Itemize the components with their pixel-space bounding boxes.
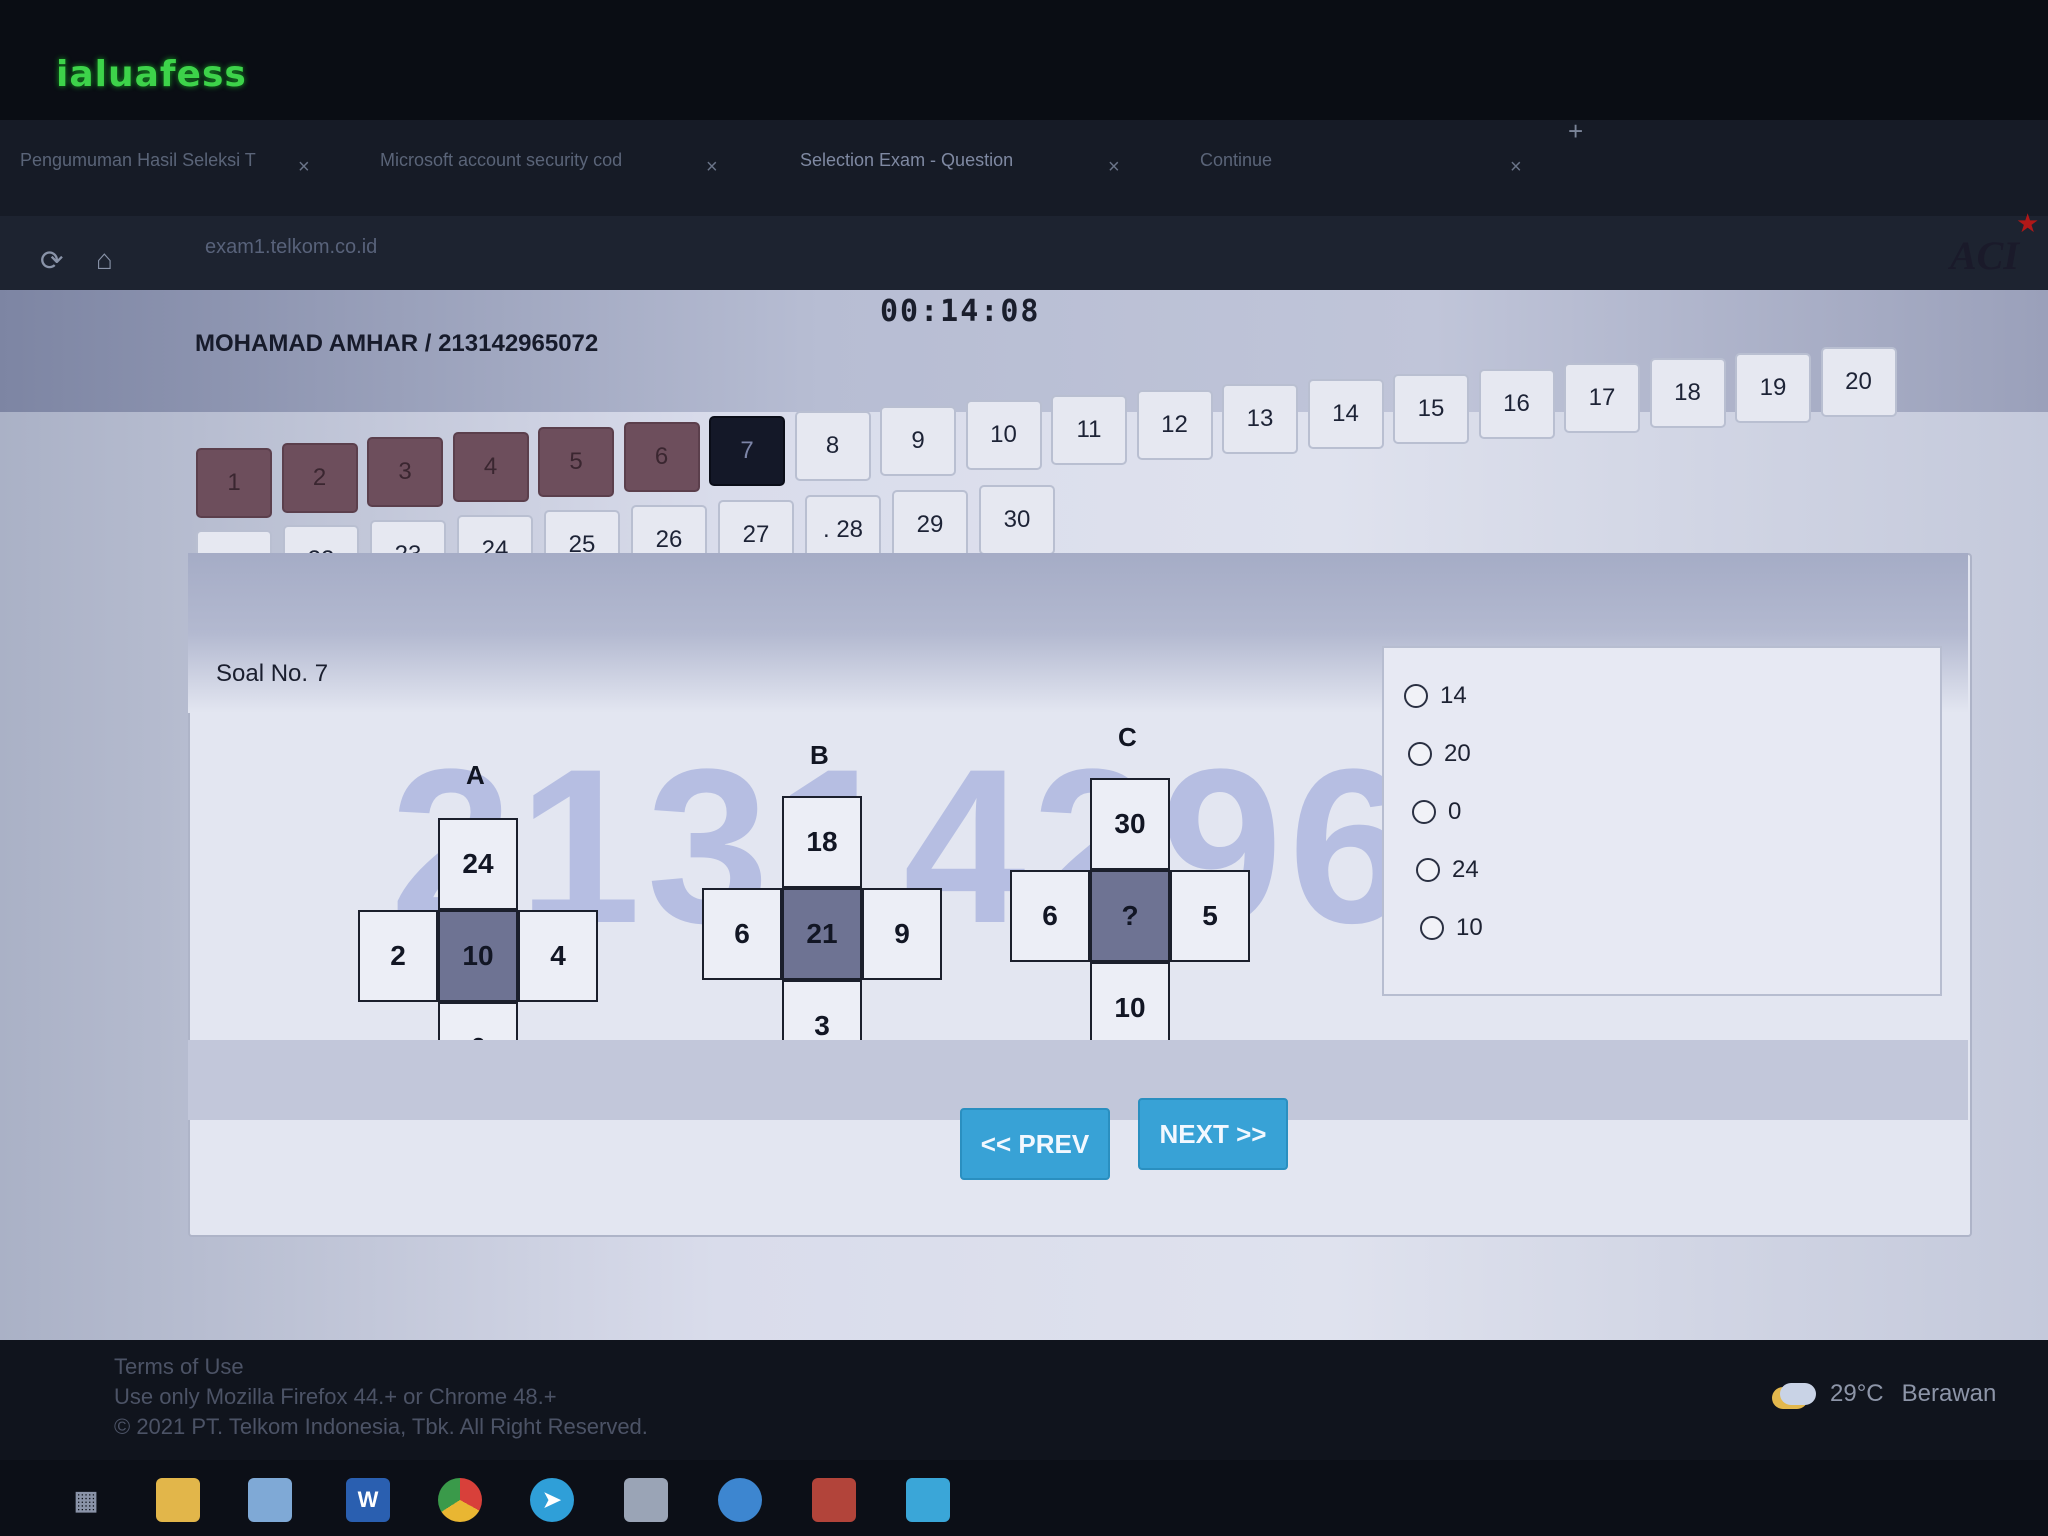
weather-temperature: 29°C <box>1830 1380 1884 1407</box>
question-nav-button-13[interactable]: 13 <box>1222 384 1298 455</box>
tab-announcement[interactable]: Pengumuman Hasil Seleksi T <box>20 150 256 171</box>
address-bar[interactable]: exam1.telkom.co.id <box>205 236 377 259</box>
question-nav-button-9[interactable]: 9 <box>880 405 956 476</box>
figure-a-top-cell: 24 <box>438 818 518 910</box>
figure-c-right-cell: 5 <box>1170 870 1250 962</box>
cloud-sun-icon <box>1780 1383 1816 1405</box>
question-nav-button-4[interactable]: 4 <box>452 432 529 503</box>
question-nav-button-15[interactable]: 15 <box>1393 373 1469 444</box>
figure-b-center-cell: 21 <box>782 888 862 980</box>
overlay-logo: ialuafess <box>56 54 247 95</box>
network-app-icon[interactable] <box>624 1478 668 1522</box>
task-view-icon[interactable]: ▦ <box>64 1478 108 1522</box>
chrome-icon[interactable] <box>438 1478 482 1522</box>
question-nav-button-12[interactable]: 12 <box>1136 389 1213 460</box>
question-nav-button-1[interactable]: 1 <box>196 448 272 518</box>
figure-a-right-cell: 4 <box>518 910 598 1002</box>
radio-button[interactable] <box>1416 858 1440 882</box>
option-20[interactable]: 20 <box>1408 740 1471 768</box>
radio-button[interactable] <box>1408 742 1432 766</box>
terms-of-use-link[interactable]: Terms of Use <box>114 1354 244 1380</box>
file-explorer-icon[interactable] <box>156 1478 200 1522</box>
figure-b-label: B <box>810 740 829 770</box>
weather-widget[interactable]: 29°C Berawan <box>1780 1380 1996 1408</box>
tab-close-icon[interactable]: × <box>706 156 718 179</box>
archive-app-icon[interactable] <box>812 1478 856 1522</box>
copyright-text: © 2021 PT. Telkom Indonesia, Tbk. All Ri… <box>114 1414 648 1439</box>
logo-star-icon: ★ <box>2016 208 2040 238</box>
radio-button[interactable] <box>1412 800 1436 824</box>
question-nav-button-5[interactable]: 5 <box>538 426 614 497</box>
question-nav-button-11[interactable]: 11 <box>1051 395 1127 465</box>
figure-a-left-cell: 2 <box>358 910 438 1002</box>
tab-selection-exam[interactable]: Selection Exam - Question <box>800 150 1013 171</box>
user-id-label: MOHAMAD AMHAR / 213142965072 <box>195 330 599 357</box>
word-icon[interactable]: W <box>346 1478 390 1522</box>
active-app-icon[interactable] <box>906 1478 950 1522</box>
tab-close-icon[interactable]: × <box>1108 156 1120 179</box>
option-0[interactable]: 0 <box>1412 798 1461 826</box>
edge-icon[interactable] <box>718 1478 762 1522</box>
question-nav-button-6[interactable]: 6 <box>623 421 700 492</box>
question-nav-button-10[interactable]: 10 <box>965 400 1042 471</box>
radio-button[interactable] <box>1420 916 1444 940</box>
question-nav-button-7[interactable]: 7 <box>709 416 785 487</box>
reload-icon[interactable]: ⟳ <box>40 244 63 277</box>
answer-options-panel: 14 20 0 24 10 <box>1382 646 1942 996</box>
new-tab-plus-icon[interactable]: + <box>1568 116 1583 147</box>
next-button[interactable]: NEXT >> <box>1138 1098 1288 1170</box>
tab-close-icon[interactable]: × <box>298 156 310 179</box>
figure-c-top-cell: 30 <box>1090 778 1170 870</box>
option-24[interactable]: 24 <box>1416 856 1479 884</box>
tab-continue[interactable]: Continue <box>1200 150 1272 171</box>
option-label: 10 <box>1456 914 1483 941</box>
tab-close-icon[interactable]: × <box>1510 156 1522 179</box>
notes-app-icon[interactable] <box>248 1478 292 1522</box>
option-10[interactable]: 10 <box>1420 914 1483 942</box>
question-nav-button-19[interactable]: 19 <box>1735 352 1811 423</box>
question-nav-button-17[interactable]: 17 <box>1564 363 1640 434</box>
figure-b-left-cell: 6 <box>702 888 782 980</box>
countdown-timer: 00:14:08 <box>880 294 1041 329</box>
option-label: 0 <box>1448 798 1462 825</box>
question-nav-button-3[interactable]: 3 <box>367 437 443 508</box>
question-nav-button-18[interactable]: 18 <box>1649 357 1726 428</box>
question-nav-button-30[interactable]: 30 <box>979 485 1055 555</box>
prev-button[interactable]: << PREV <box>960 1108 1110 1180</box>
question-nav-button-8[interactable]: 8 <box>794 410 871 481</box>
figure-a-center-cell: 10 <box>438 910 518 1002</box>
tab-microsoft[interactable]: Microsoft account security cod <box>380 150 622 171</box>
weather-description: Berawan <box>1901 1380 1997 1407</box>
figure-b-top-cell: 18 <box>782 796 862 888</box>
telegram-icon[interactable]: ➤ <box>530 1478 574 1522</box>
windows-taskbar <box>0 1460 2048 1536</box>
browser-requirement-note: Use only Mozilla Firefox 44.+ or Chrome … <box>114 1384 557 1409</box>
figure-c-center-cell: ? <box>1090 870 1170 962</box>
question-nav-button-20[interactable]: 20 <box>1820 347 1897 418</box>
question-nav-button-2[interactable]: 2 <box>281 442 358 513</box>
figure-c-label: C <box>1118 722 1137 752</box>
home-icon[interactable]: ⌂ <box>96 244 113 276</box>
question-title: Soal No. 7 <box>216 660 329 687</box>
figure-b-right-cell: 9 <box>862 888 942 980</box>
figure-a-label: A <box>466 760 485 790</box>
option-14[interactable]: 14 <box>1404 682 1467 710</box>
question-nav-button-14[interactable]: 14 <box>1307 379 1384 450</box>
aci-logo: ACI <box>1950 233 2019 278</box>
option-label: 14 <box>1440 682 1467 709</box>
option-label: 24 <box>1452 856 1479 883</box>
figure-c-left-cell: 6 <box>1010 870 1090 962</box>
question-nav-button-29[interactable]: 29 <box>892 490 968 560</box>
option-label: 20 <box>1444 740 1471 767</box>
radio-button[interactable] <box>1404 684 1428 708</box>
question-nav-button-16[interactable]: 16 <box>1478 368 1555 439</box>
